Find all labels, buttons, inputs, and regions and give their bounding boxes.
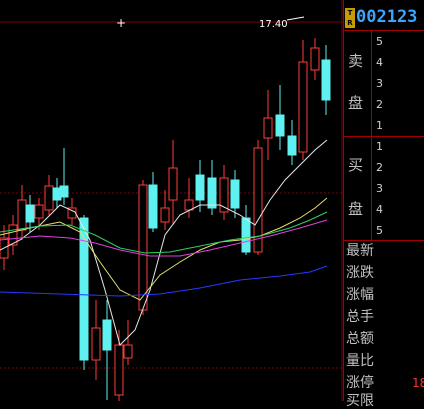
buy-book-label-2: 盘 [348, 200, 364, 218]
candle-down [321, 59, 331, 101]
limit-up-value: 18 [412, 376, 424, 390]
quote-panel: T R 002123 卖 盘 5 4 3 2 1 买 盘 1 2 3 4 5 最… [343, 0, 424, 409]
candle-up [160, 207, 170, 223]
candle-up [168, 167, 178, 201]
sell-level-3[interactable]: 3 [376, 77, 383, 90]
candle-down [207, 177, 217, 209]
candle-down [79, 217, 89, 361]
divider [371, 30, 372, 240]
quote-label-change-pct: 涨幅 [346, 287, 374, 303]
candle-down [25, 204, 35, 223]
stock-code: 002123 [356, 7, 418, 27]
candle-up [138, 184, 148, 311]
quote-label-last: 最新 [346, 243, 374, 259]
candle-up [310, 47, 320, 71]
quote-label-volume: 总手 [346, 309, 374, 325]
ma-line-blue [0, 265, 328, 297]
candle-up [44, 185, 54, 211]
divider [344, 136, 424, 137]
candle-down [241, 217, 251, 253]
quote-label-volume-ratio: 量比 [346, 353, 374, 369]
candle-down [287, 135, 297, 156]
candle-up [263, 117, 273, 139]
candle-down [230, 179, 240, 209]
crosshair-marker: + [116, 16, 126, 30]
high-price-label: 17.40 [259, 19, 288, 30]
sell-book-label-2: 盘 [348, 94, 364, 112]
quote-label-limit-down: 买限 [346, 393, 374, 409]
divider [344, 30, 424, 31]
candle-down [148, 184, 158, 229]
sell-level-4[interactable]: 4 [376, 56, 383, 69]
quote-label-change: 涨跌 [346, 265, 374, 281]
buy-book-label-1: 买 [348, 156, 364, 174]
candle-up [114, 344, 124, 396]
candlestick-series [0, 38, 331, 401]
sell-level-5[interactable]: 5 [376, 35, 383, 48]
buy-level-3[interactable]: 3 [376, 182, 383, 195]
quote-label-amount: 总额 [346, 331, 374, 347]
buy-level-5[interactable]: 5 [376, 224, 383, 237]
candle-down [275, 114, 285, 137]
candle-up [123, 344, 133, 359]
sell-level-1[interactable]: 1 [376, 119, 383, 132]
buy-level-4[interactable]: 4 [376, 203, 383, 216]
candle-up [184, 199, 194, 211]
candle-up [298, 61, 308, 153]
quote-label-limit-up: 涨停 [346, 375, 374, 391]
sell-book-label-1: 卖 [348, 52, 364, 70]
candlestick-chart[interactable]: + 17.40 [0, 0, 343, 401]
buy-level-2[interactable]: 2 [376, 161, 383, 174]
high-price-pointer [286, 16, 305, 21]
candle-down [195, 174, 205, 201]
candle-up [34, 204, 44, 219]
divider [344, 240, 424, 241]
buy-level-1[interactable]: 1 [376, 140, 383, 153]
market-tag: T R [345, 8, 355, 28]
stock-header[interactable]: T R 002123 [344, 6, 424, 32]
candle-up [17, 199, 27, 231]
ma-line-white [0, 139, 328, 346]
candle-down [102, 319, 112, 351]
moving-average-lines [0, 139, 328, 346]
sell-level-2[interactable]: 2 [376, 98, 383, 111]
candle-up [91, 327, 101, 361]
candle-down [59, 185, 69, 198]
